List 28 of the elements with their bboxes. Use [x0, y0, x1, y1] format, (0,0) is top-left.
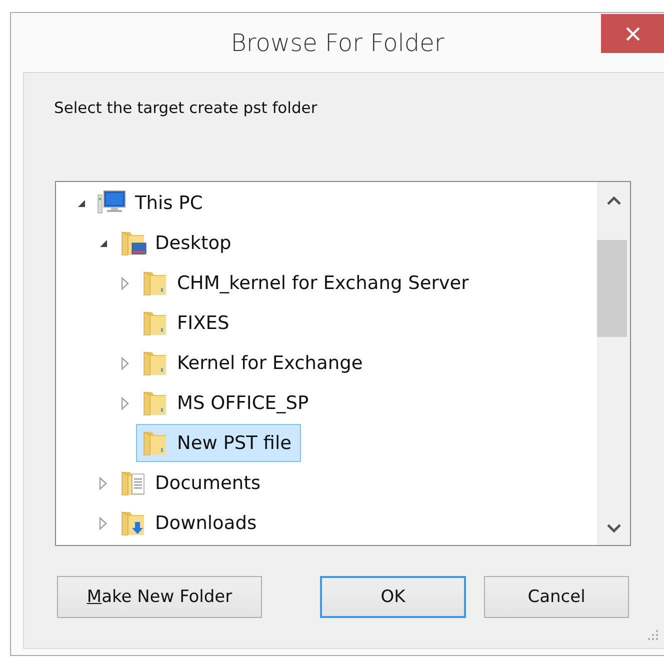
- tree-item[interactable]: MS OFFICE_SP: [136, 384, 318, 422]
- tree-item[interactable]: Downloads: [114, 504, 266, 542]
- collapse-arrow-icon[interactable]: [76, 198, 86, 208]
- scrollbar-thumb[interactable]: [597, 240, 627, 337]
- tree-item[interactable]: Kernel for Exchange: [136, 344, 372, 382]
- expand-arrow-icon[interactable]: [121, 396, 129, 410]
- scroll-down-icon[interactable]: [606, 524, 620, 533]
- expand-arrow-icon[interactable]: [121, 356, 129, 370]
- window-title: Browse For Folder: [230, 28, 446, 57]
- collapse-arrow-icon[interactable]: [98, 238, 108, 248]
- dialog-button[interactable]: OK: [320, 576, 466, 618]
- resize-grip-icon[interactable]: [648, 630, 658, 640]
- expand-arrow-icon[interactable]: [99, 516, 107, 530]
- close-icon: [626, 26, 640, 40]
- dialog-button[interactable]: Make New Folder: [57, 576, 262, 618]
- tree-item[interactable]: CHM_kernel for Exchang Server: [136, 264, 478, 302]
- tree-item[interactable]: Documents: [114, 464, 270, 502]
- expand-arrow-icon[interactable]: [121, 276, 129, 290]
- scrollbar[interactable]: [597, 182, 630, 545]
- dialog-button[interactable]: Cancel: [484, 576, 629, 618]
- scroll-up-icon[interactable]: [606, 196, 620, 205]
- tree-item[interactable]: New PST file: [136, 424, 300, 462]
- instruction-text: Select the target create pst folder: [54, 99, 318, 117]
- tree-item[interactable]: Desktop: [114, 224, 240, 262]
- tree-item[interactable]: This PC: [92, 184, 212, 222]
- tree-item[interactable]: FIXES: [136, 304, 238, 342]
- expand-arrow-icon[interactable]: [99, 476, 107, 490]
- close-button[interactable]: [601, 14, 664, 53]
